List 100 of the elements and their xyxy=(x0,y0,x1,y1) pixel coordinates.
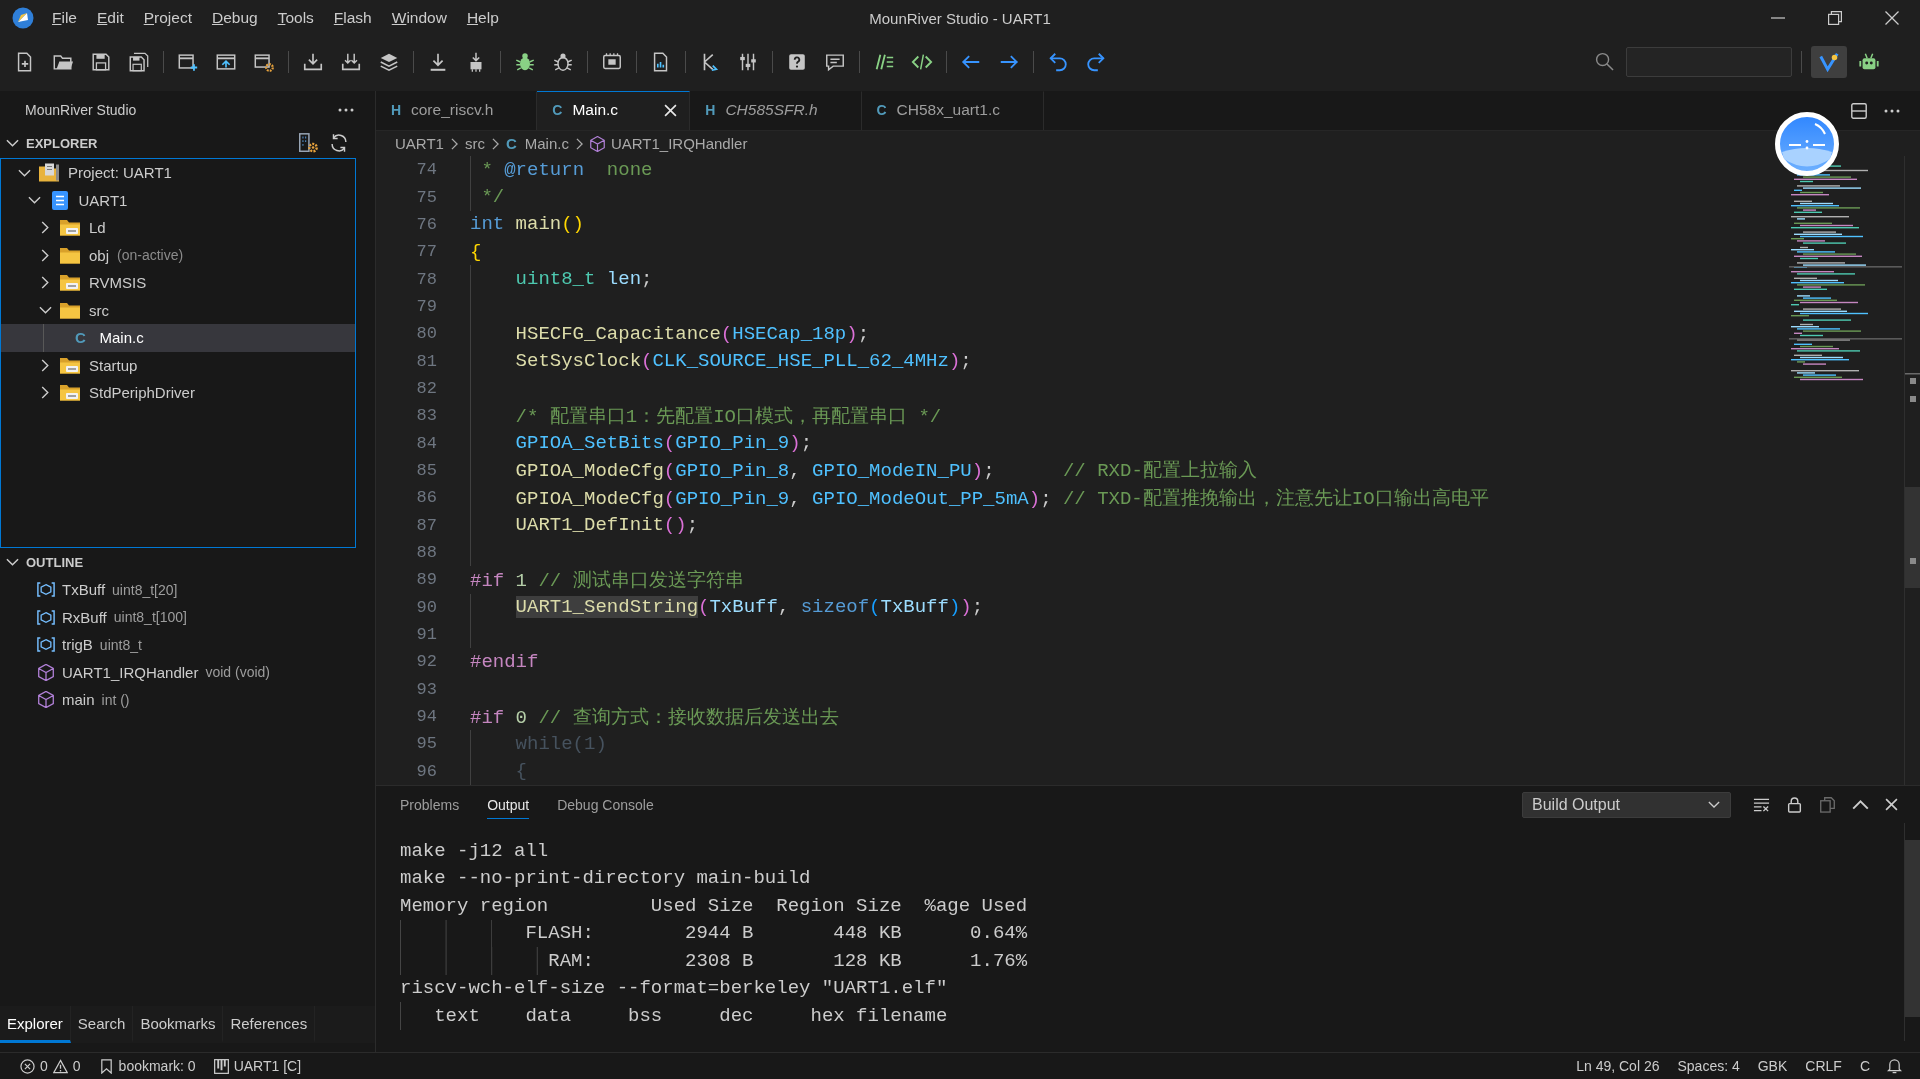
checkmark-icon[interactable] xyxy=(1811,45,1847,78)
bell-icon[interactable] xyxy=(1887,1058,1902,1074)
chevron-down-icon[interactable] xyxy=(38,306,52,315)
menu-item[interactable]: Window xyxy=(381,9,457,27)
restore-icon[interactable] xyxy=(1827,11,1842,25)
chevron-right-icon[interactable] xyxy=(41,276,49,290)
scrollbar[interactable] xyxy=(1904,823,1920,1041)
building-gear-icon[interactable] xyxy=(297,132,319,154)
code-line: int main() xyxy=(470,213,585,236)
tree-item[interactable]: C Main.c xyxy=(1,324,355,352)
floating-ball-icon[interactable] xyxy=(1775,112,1839,176)
outline-item[interactable]: main int () xyxy=(0,686,375,714)
outline-item[interactable]: RxBuff uint8_t[100] xyxy=(0,603,375,631)
line-number: 92 xyxy=(415,652,437,672)
indent-guides xyxy=(400,1002,401,1030)
sidebar-tab[interactable]: Bookmarks xyxy=(133,1006,224,1043)
editor-tab[interactable]: C CH58x_uart1.c xyxy=(861,91,1044,130)
undo-icon[interactable] xyxy=(1047,50,1069,73)
menu-item[interactable]: Project xyxy=(133,9,202,27)
source-folder-icon xyxy=(60,218,80,238)
file-type-icon: C xyxy=(73,329,88,347)
status-item[interactable]: Spaces: 4 xyxy=(1668,1053,1749,1079)
chevron-right-icon[interactable] xyxy=(41,386,49,400)
more-icon[interactable] xyxy=(338,107,354,112)
panel-tab[interactable]: Debug Console xyxy=(557,790,654,819)
code-line: /* 配置串口1：先配置IO口模式，再配置串口 */ xyxy=(515,404,942,429)
line-number: 77 xyxy=(415,242,437,262)
code-line: * @return none xyxy=(481,158,653,181)
chevron-down-icon[interactable] xyxy=(6,558,19,566)
sidebar-tab[interactable]: Search xyxy=(70,1006,134,1043)
search-icon[interactable] xyxy=(1595,52,1614,71)
code-line: #if 1 // 测试串口发送字符串 xyxy=(470,568,744,593)
menu-item[interactable]: Edit xyxy=(87,9,134,27)
tree-item[interactable]: RVMSIS xyxy=(1,269,355,297)
line-number: 81 xyxy=(415,351,437,371)
bug-icon[interactable] xyxy=(514,50,536,73)
line-number: 79 xyxy=(415,296,437,316)
line-number: 78 xyxy=(415,269,437,289)
status-item[interactable]: GBK xyxy=(1748,1053,1797,1079)
chevron-down-icon[interactable] xyxy=(17,168,31,177)
breadcrumb-item[interactable]: src xyxy=(464,135,485,152)
close-icon[interactable] xyxy=(1884,11,1899,25)
menu-item[interactable]: Help xyxy=(456,9,509,27)
chevron-right-icon[interactable] xyxy=(41,248,49,262)
breadcrumb-item[interactable]: UART1_IRQHandler xyxy=(589,135,748,152)
section-title[interactable]: OUTLINE xyxy=(26,554,84,570)
bookmark-indicator[interactable]: bookmark: 0 xyxy=(89,1053,205,1079)
editor-tab[interactable]: C Main.c xyxy=(537,91,691,130)
problems-indicator[interactable]: 0 0 xyxy=(12,1053,90,1079)
chevron-down-icon[interactable] xyxy=(28,196,41,205)
line-number: 86 xyxy=(415,488,437,508)
breadcrumb-item[interactable]: C Main.c xyxy=(505,135,569,152)
close-icon[interactable] xyxy=(663,103,677,117)
scrollbar[interactable] xyxy=(1904,156,1920,785)
sidebar-tab[interactable]: References xyxy=(223,1006,316,1043)
menu-item[interactable]: Tools xyxy=(267,9,324,27)
editor-tab[interactable]: H CH585SFR.h xyxy=(690,91,862,130)
split-editor-icon[interactable] xyxy=(1851,102,1867,119)
section-title[interactable]: EXPLORER xyxy=(26,135,98,151)
code-line: #endif xyxy=(470,650,539,673)
status-item[interactable]: CRLF xyxy=(1796,1053,1851,1079)
save-icon[interactable] xyxy=(90,50,112,73)
tree-item[interactable]: Startup xyxy=(1,351,355,379)
panel-tab[interactable]: Problems xyxy=(400,790,460,819)
project-indicator[interactable]: UART1 [C] xyxy=(204,1053,311,1079)
tree-item[interactable]: Project: UART1 xyxy=(1,159,355,187)
menu-item[interactable]: Flash xyxy=(323,9,382,27)
close-icon[interactable] xyxy=(1885,798,1898,811)
minimize-icon[interactable] xyxy=(1770,17,1785,19)
status-item[interactable]: C xyxy=(1850,1053,1879,1079)
search-field[interactable] xyxy=(1626,46,1792,77)
code-line: UART1_DefInit(); xyxy=(515,514,699,537)
tree-item[interactable]: Ld xyxy=(1,214,355,242)
tree-item[interactable]: UART1 xyxy=(1,186,355,214)
tree-item[interactable]: src xyxy=(1,296,355,324)
lock-icon[interactable] xyxy=(1786,796,1803,813)
redo-icon[interactable] xyxy=(1085,50,1107,73)
copy-icon[interactable] xyxy=(1819,796,1836,813)
outline-item[interactable]: trigB uint8_t xyxy=(0,631,375,659)
line-number: 90 xyxy=(415,597,437,617)
chevron-right-icon[interactable] xyxy=(41,358,49,372)
outline-item[interactable]: UART1_IRQHandler void (void) xyxy=(0,658,375,686)
menu-item[interactable]: File xyxy=(42,9,87,27)
menu-item[interactable]: Debug xyxy=(201,9,268,27)
chevron-down-icon[interactable] xyxy=(6,139,19,147)
refresh-icon[interactable] xyxy=(328,132,350,154)
outline-item[interactable]: TxBuff uint8_t[20] xyxy=(0,576,375,604)
file-type-icon: H xyxy=(390,102,402,118)
tree-item[interactable]: obj (on-active) xyxy=(1,241,355,269)
save-all-icon[interactable] xyxy=(128,50,150,73)
bookmark-icon xyxy=(98,1058,114,1074)
tree-item[interactable]: StdPeriphDriver xyxy=(1,379,355,407)
more-icon[interactable] xyxy=(1884,108,1900,113)
output-channel-dropdown[interactable]: Build Output xyxy=(1522,791,1731,818)
clear-output-icon[interactable] xyxy=(1753,796,1770,813)
chevron-right-icon[interactable] xyxy=(41,221,49,235)
breadcrumb-item[interactable]: UART1 xyxy=(395,135,444,152)
panel-tab[interactable]: Output xyxy=(487,790,530,819)
sidebar-tab[interactable]: Explorer xyxy=(0,1006,71,1043)
status-item[interactable]: Ln 49, Col 26 xyxy=(1567,1053,1669,1079)
